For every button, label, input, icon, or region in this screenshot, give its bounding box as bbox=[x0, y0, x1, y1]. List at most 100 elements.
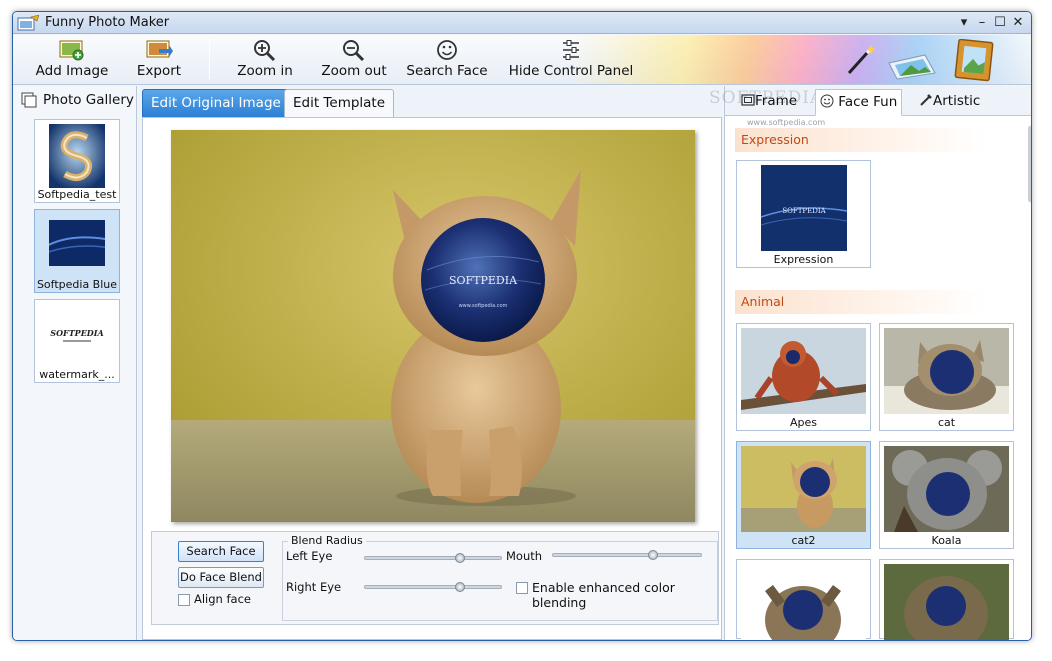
sliders-icon bbox=[563, 40, 579, 60]
zoom-out-icon bbox=[343, 40, 365, 61]
animal-thumbnail bbox=[741, 564, 866, 640]
section-expression: Expression bbox=[735, 128, 985, 152]
align-face-label: Align face bbox=[194, 592, 251, 606]
zoom-out-label: Zoom out bbox=[321, 63, 387, 79]
search-face-toolbar-label: Search Face bbox=[406, 63, 488, 79]
cat-thumbnail bbox=[884, 328, 1009, 414]
animal-item-caption: cat bbox=[937, 416, 956, 429]
title-bar: Funny Photo Maker ▾ – ☐ ✕ bbox=[13, 12, 1031, 34]
expression-item[interactable]: SOFTPEDIA Expression bbox=[736, 160, 871, 268]
left-eye-label: Left Eye bbox=[286, 549, 333, 563]
zoom-in-label: Zoom in bbox=[237, 63, 293, 79]
effects-scrollbar-thumb[interactable] bbox=[1028, 126, 1031, 202]
tab-artistic-label: Artistic bbox=[933, 93, 981, 109]
hide-control-panel-label: Hide Control Panel bbox=[508, 63, 634, 79]
gallery-item[interactable]: Softpedia_test bbox=[34, 119, 120, 203]
animal-item-cat2[interactable]: cat2 bbox=[736, 441, 871, 549]
window-menu-button[interactable]: ▾ bbox=[955, 14, 973, 32]
face-controls-panel: Search Face Do Face Blend Align face Ble… bbox=[151, 531, 719, 625]
koala-thumbnail bbox=[884, 446, 1009, 532]
apes-thumbnail bbox=[741, 328, 866, 414]
align-face-checkbox[interactable] bbox=[178, 594, 190, 606]
frame-icon bbox=[741, 94, 755, 106]
mouth-slider-thumb[interactable] bbox=[648, 550, 658, 560]
photo-gallery-header: Photo Gallery bbox=[13, 86, 137, 114]
animal-item-caption: Koala bbox=[931, 534, 962, 547]
tab-edit-original-image[interactable]: Edit Original Image bbox=[142, 89, 290, 117]
gallery-item[interactable]: SOFTPEDIA watermark_... bbox=[34, 299, 120, 383]
export-label: Export bbox=[136, 63, 182, 79]
animal-item-koala[interactable]: Koala bbox=[879, 441, 1014, 549]
effects-panel: SOFTPEDIA Frame Face Fun Artistic www.so… bbox=[709, 86, 1031, 640]
right-eye-slider-thumb[interactable] bbox=[454, 582, 465, 592]
right-eye-slider-track[interactable] bbox=[364, 585, 502, 589]
gallery-icon bbox=[21, 92, 37, 108]
svg-text:SOFTPEDIA: SOFTPEDIA bbox=[782, 207, 826, 215]
picture-frame-icon bbox=[954, 39, 994, 82]
animal-item-caption: Apes bbox=[789, 416, 817, 429]
enhanced-color-blending-label: Enable enhanced color blending bbox=[532, 580, 675, 610]
expression-thumbnail: SOFTPEDIA bbox=[741, 165, 866, 251]
gallery-item-caption: Softpedia_test bbox=[37, 188, 117, 201]
export-button[interactable]: Export bbox=[131, 37, 187, 83]
tab-artistic[interactable]: Artistic bbox=[915, 89, 984, 116]
expression-item-caption: Expression bbox=[773, 253, 834, 266]
add-image-label: Add Image bbox=[35, 63, 109, 79]
photo-mask-text: SOFTPEDIA bbox=[449, 274, 518, 287]
gallery-thumbnail bbox=[49, 220, 105, 266]
animal-item-caption: cat2 bbox=[791, 534, 816, 547]
minimize-button[interactable]: – bbox=[973, 14, 991, 32]
left-eye-slider-track[interactable] bbox=[364, 556, 502, 560]
zoom-in-button[interactable]: Zoom in bbox=[235, 37, 295, 83]
animal-thumbnail bbox=[884, 564, 1009, 640]
image-canvas: SOFTPEDIA www.softpedia.com Search Face … bbox=[142, 117, 722, 640]
cat2-thumbnail bbox=[741, 446, 866, 532]
magic-wand-icon bbox=[847, 45, 876, 75]
blend-radius-title: Blend Radius bbox=[288, 534, 366, 547]
window-title: Funny Photo Maker bbox=[45, 15, 170, 30]
close-button[interactable]: ✕ bbox=[1009, 14, 1027, 32]
search-face-button[interactable]: Search Face bbox=[178, 541, 264, 562]
tab-frame-label: Frame bbox=[755, 93, 798, 109]
animal-item-apes[interactable]: Apes bbox=[736, 323, 871, 431]
svg-text:SOFTPEDIA: SOFTPEDIA bbox=[50, 328, 103, 338]
export-icon bbox=[146, 40, 173, 58]
photo-gallery-panel: Photo Gallery Softpedia_test Softpedia B… bbox=[13, 86, 137, 640]
tab-edit-template[interactable]: Edit Template bbox=[284, 89, 395, 117]
tab-frame[interactable]: Frame bbox=[737, 89, 801, 116]
add-image-icon bbox=[59, 40, 84, 61]
brush-icon bbox=[920, 94, 932, 106]
mouth-slider-track[interactable] bbox=[552, 553, 702, 557]
toolbar-separator bbox=[209, 39, 210, 79]
landscape-photos-icon bbox=[888, 54, 936, 80]
do-face-blend-button[interactable]: Do Face Blend bbox=[178, 567, 264, 588]
animal-item[interactable] bbox=[736, 559, 871, 640]
tab-face-fun[interactable]: Face Fun bbox=[815, 89, 903, 116]
gallery-thumbnail: SOFTPEDIA bbox=[49, 316, 105, 352]
watermark-url: www.softpedia.com bbox=[747, 118, 826, 127]
left-eye-slider-thumb[interactable] bbox=[454, 553, 465, 563]
mouth-label: Mouth bbox=[506, 549, 543, 563]
edited-photo[interactable]: SOFTPEDIA www.softpedia.com bbox=[171, 130, 695, 522]
animal-item[interactable] bbox=[879, 559, 1014, 640]
search-face-toolbar-button[interactable]: Search Face bbox=[403, 37, 491, 83]
editor-panel: Edit Original Image Edit Template SOFTPE… bbox=[138, 86, 723, 640]
animal-item-cat[interactable]: cat bbox=[879, 323, 1014, 431]
gallery-thumbnail bbox=[49, 124, 105, 188]
zoom-out-button[interactable]: Zoom out bbox=[319, 37, 389, 83]
effects-tabs: SOFTPEDIA Frame Face Fun Artistic bbox=[709, 86, 1031, 116]
photo-gallery-title: Photo Gallery bbox=[43, 92, 134, 108]
photo-mask-url: www.softpedia.com bbox=[459, 303, 508, 309]
smiley-icon bbox=[820, 94, 834, 108]
tab-face-fun-label: Face Fun bbox=[838, 94, 898, 110]
smiley-icon bbox=[437, 40, 457, 60]
hide-control-panel-button[interactable]: Hide Control Panel bbox=[507, 37, 635, 83]
gallery-item[interactable]: Softpedia Blue bbox=[34, 209, 120, 293]
toolbar: Add Image Export Zoom in Zoom out Search… bbox=[13, 35, 1031, 85]
enhanced-color-blending-checkbox[interactable] bbox=[516, 582, 528, 594]
maximize-button[interactable]: ☐ bbox=[991, 14, 1009, 32]
section-animal: Animal bbox=[735, 290, 985, 314]
app-icon bbox=[17, 15, 40, 31]
app-window: Funny Photo Maker ▾ – ☐ ✕ Add Image Expo… bbox=[12, 11, 1032, 641]
add-image-button[interactable]: Add Image bbox=[33, 37, 111, 83]
